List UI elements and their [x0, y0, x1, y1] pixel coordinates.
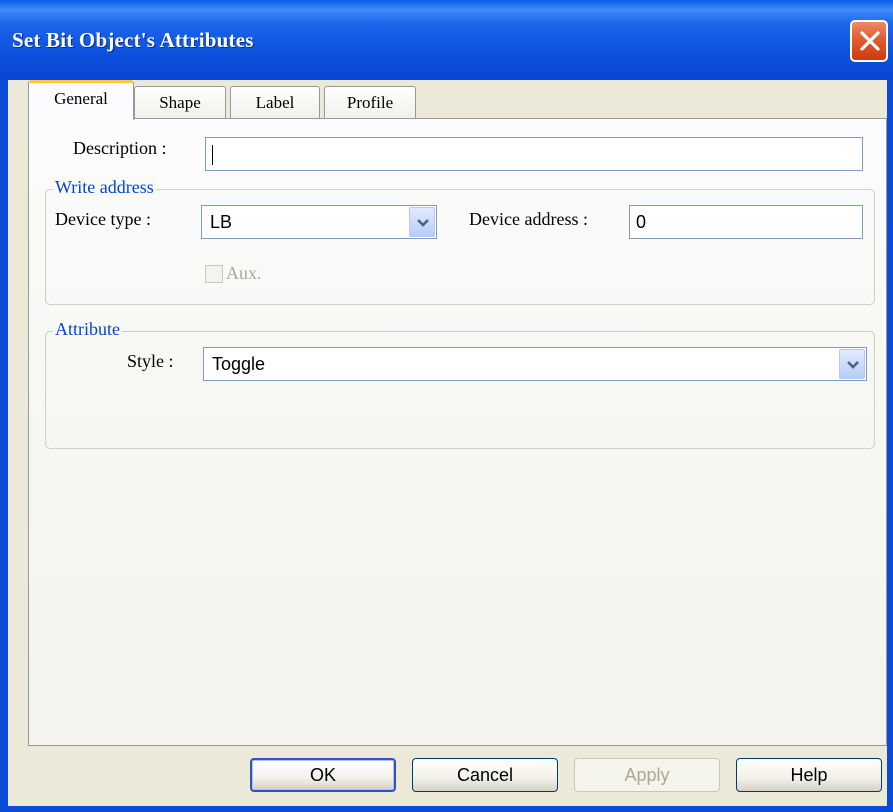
device-address-label: Device address :: [469, 209, 588, 229]
device-type-select[interactable]: LB: [201, 205, 437, 239]
dropdown-arrow[interactable]: [409, 207, 435, 237]
dialog-window: Set Bit Object's Attributes General Shap…: [0, 0, 893, 812]
device-type-label: Device type :: [55, 209, 151, 229]
aux-checkbox[interactable]: [205, 265, 223, 283]
title-bar[interactable]: Set Bit Object's Attributes: [0, 0, 893, 80]
tab-general[interactable]: General: [28, 80, 134, 120]
cancel-button[interactable]: Cancel: [412, 758, 558, 792]
style-label: Style :: [127, 351, 174, 371]
attribute-legend: Attribute: [53, 319, 122, 340]
dropdown-arrow[interactable]: [839, 349, 865, 379]
help-button[interactable]: Help: [736, 758, 882, 792]
device-address-input[interactable]: 0: [629, 205, 863, 239]
tab-profile[interactable]: Profile: [324, 86, 416, 120]
description-input[interactable]: [205, 137, 863, 171]
apply-button[interactable]: Apply: [574, 758, 720, 792]
close-button[interactable]: [850, 20, 888, 62]
style-select[interactable]: Toggle: [203, 347, 867, 381]
tab-panel-general: Description : Write address Device type …: [28, 118, 887, 746]
window-title: Set Bit Object's Attributes: [12, 28, 254, 52]
chevron-down-icon: [417, 219, 429, 227]
text-caret: [212, 145, 213, 166]
tab-shape[interactable]: Shape: [134, 86, 226, 120]
ok-button[interactable]: OK: [250, 758, 396, 792]
close-icon: [860, 31, 880, 51]
description-label: Description :: [73, 138, 167, 158]
tab-label[interactable]: Label: [230, 86, 320, 120]
write-address-legend: Write address: [53, 177, 156, 198]
aux-label: Aux.: [226, 263, 262, 283]
chevron-down-icon: [847, 361, 859, 369]
dialog-client-area: General Shape Label Profile Description …: [8, 80, 887, 806]
